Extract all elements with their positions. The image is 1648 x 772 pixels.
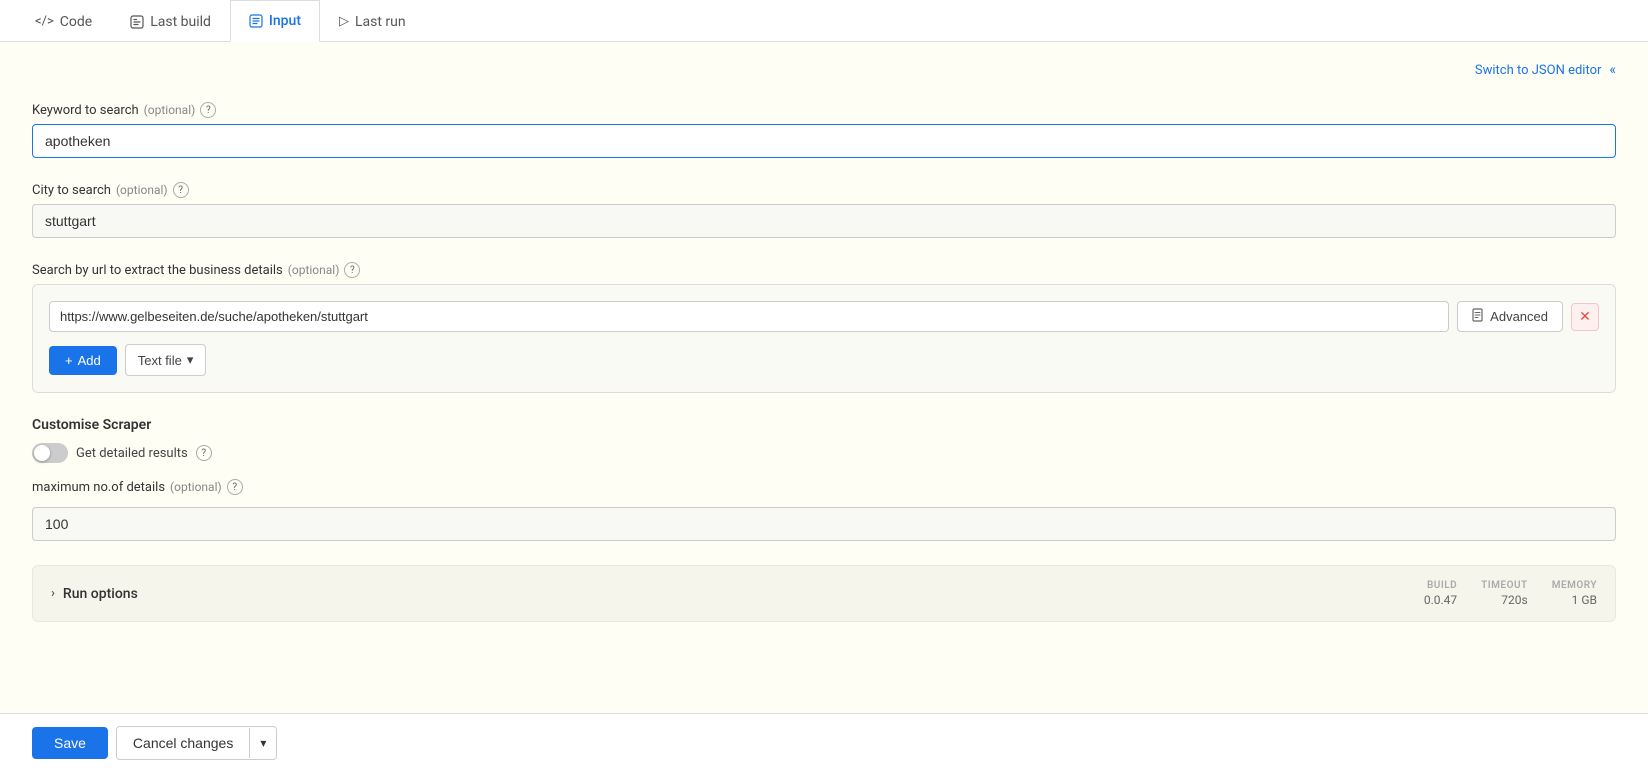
max-details-input[interactable]	[32, 507, 1616, 541]
plus-icon: +	[65, 353, 73, 368]
customise-scraper-section: Customise Scraper Get detailed results ?…	[32, 417, 1616, 541]
url-help-icon[interactable]: ?	[344, 262, 360, 278]
switch-to-json-link[interactable]: Switch to JSON editor	[1475, 63, 1602, 78]
main-content: Switch to JSON editor « Keyword to searc…	[0, 42, 1648, 702]
bottom-bar: Save Cancel changes ▾	[0, 713, 1648, 772]
url-row: Advanced ✕	[49, 301, 1599, 332]
text-file-button[interactable]: Text file ▾	[125, 344, 207, 376]
close-icon: ✕	[1579, 308, 1591, 325]
tab-last-build[interactable]: Last build	[111, 0, 230, 42]
customise-scraper-title: Customise Scraper	[32, 417, 1616, 433]
add-url-button[interactable]: + Add	[49, 346, 117, 375]
tab-code[interactable]: </> Code	[16, 0, 111, 42]
run-options-label: Run options	[63, 586, 138, 602]
memory-stat: MEMORY 1 GB	[1552, 580, 1597, 607]
last-run-icon: ▷	[339, 14, 349, 29]
code-icon: </>	[35, 14, 54, 29]
url-section: Search by url to extract the business de…	[32, 262, 1616, 393]
input-icon	[249, 14, 263, 29]
build-stat: BUILD 0.0.47	[1424, 580, 1457, 607]
chevron-down-icon: ▾	[187, 352, 194, 368]
run-options-bar[interactable]: › Run options BUILD 0.0.47 TIMEOUT 720s …	[32, 565, 1616, 622]
cancel-dropdown-button[interactable]: ▾	[249, 728, 276, 758]
remove-url-button[interactable]: ✕	[1571, 303, 1599, 331]
city-section: City to search (optional) ?	[32, 182, 1616, 238]
url-list-container: Advanced ✕ + Add Text file ▾	[32, 284, 1616, 393]
tabs-bar: </> Code Last build Input ▷ Last run	[0, 0, 1648, 42]
text-file-label: Text file	[138, 353, 182, 368]
cancel-btn-group: Cancel changes ▾	[116, 726, 277, 760]
chevron-right-icon: ›	[51, 586, 55, 601]
tab-last-run-label: Last run	[355, 14, 406, 30]
timeout-stat: TIMEOUT 720s	[1481, 580, 1528, 607]
keyword-input[interactable]	[32, 124, 1616, 158]
url-label: Search by url to extract the business de…	[32, 262, 1616, 278]
city-help-icon[interactable]: ?	[173, 182, 189, 198]
cancel-changes-button[interactable]: Cancel changes	[117, 727, 249, 759]
dropdown-chevron-icon: ▾	[260, 736, 266, 750]
tab-last-build-label: Last build	[150, 14, 211, 30]
tab-input[interactable]: Input	[230, 0, 320, 42]
doc-icon	[1472, 308, 1485, 325]
tab-input-label: Input	[269, 13, 301, 29]
toggle-track	[32, 443, 68, 463]
keyword-help-icon[interactable]: ?	[200, 102, 216, 118]
run-options-left: › Run options	[51, 586, 138, 602]
advanced-button[interactable]: Advanced	[1457, 301, 1563, 332]
detailed-results-label: Get detailed results	[76, 446, 188, 461]
last-build-icon	[130, 14, 144, 29]
top-actions: Switch to JSON editor «	[32, 62, 1616, 78]
add-row: + Add Text file ▾	[49, 344, 1599, 376]
city-label: City to search (optional) ?	[32, 182, 1616, 198]
detailed-results-toggle[interactable]	[32, 443, 68, 463]
max-details-label: maximum no.of details (optional) ?	[32, 479, 1616, 495]
collapse-icon[interactable]: «	[1609, 62, 1616, 78]
run-options-stats: BUILD 0.0.47 TIMEOUT 720s MEMORY 1 GB	[1424, 580, 1597, 607]
max-details-help-icon[interactable]: ?	[227, 479, 243, 495]
detailed-results-help-icon[interactable]: ?	[196, 445, 212, 461]
toggle-thumb	[34, 445, 50, 461]
toggle-row: Get detailed results ?	[32, 443, 1616, 463]
tab-code-label: Code	[60, 14, 92, 30]
tab-last-run[interactable]: ▷ Last run	[320, 0, 425, 42]
keyword-section: Keyword to search (optional) ?	[32, 102, 1616, 158]
add-btn-label: Add	[78, 353, 101, 368]
url-input[interactable]	[49, 301, 1449, 332]
save-button[interactable]: Save	[32, 727, 108, 759]
city-input[interactable]	[32, 204, 1616, 238]
keyword-label: Keyword to search (optional) ?	[32, 102, 1616, 118]
